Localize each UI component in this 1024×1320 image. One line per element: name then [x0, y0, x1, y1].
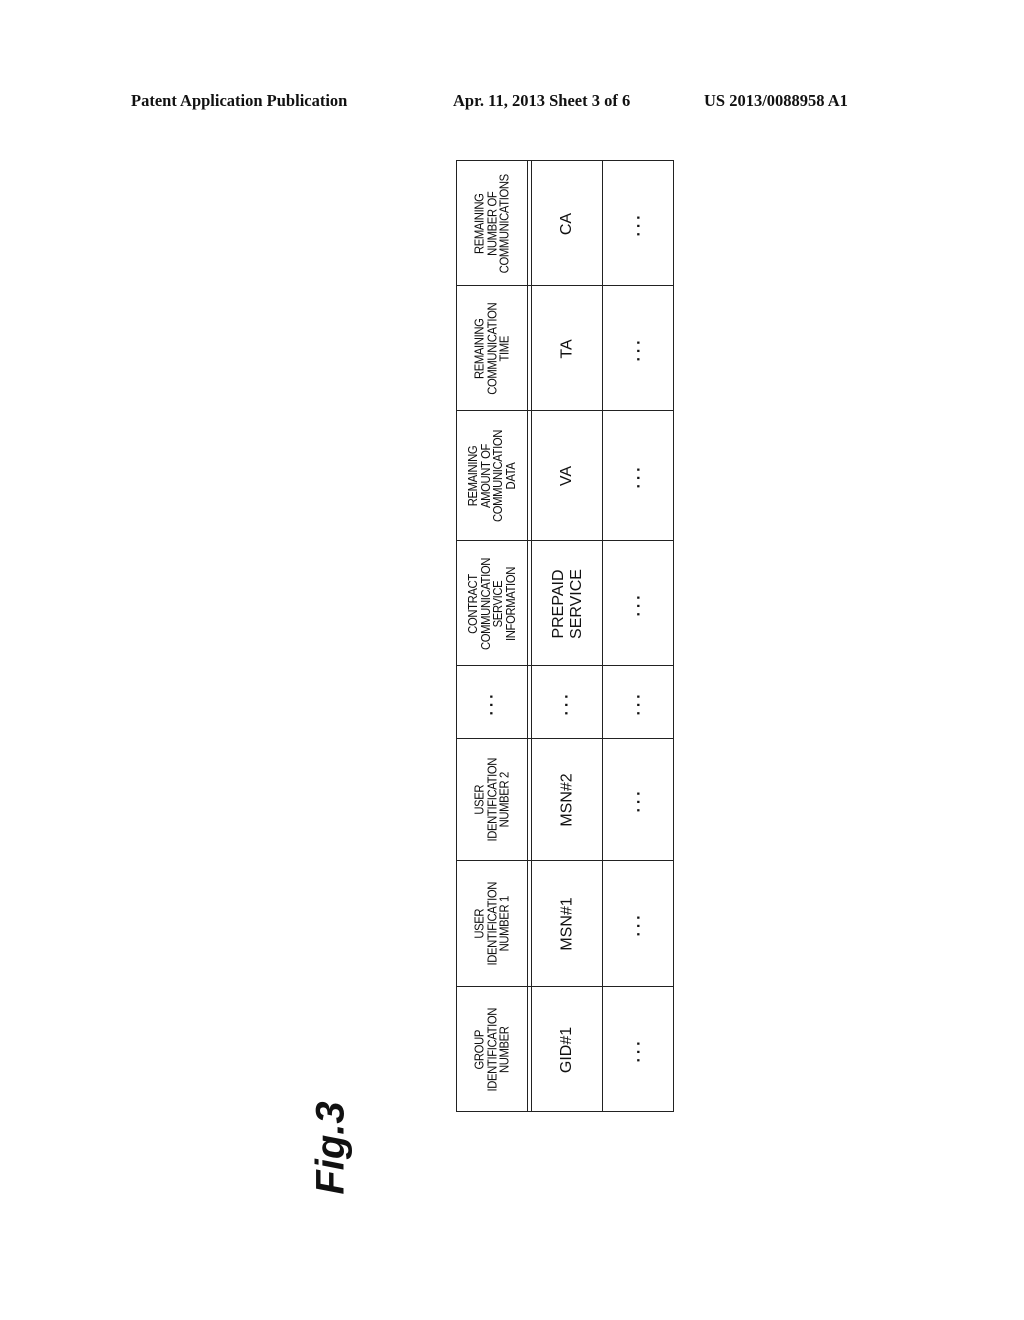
cell-value: PREPAID SERVICE — [549, 568, 585, 639]
data-cell-row1: ··· — [532, 666, 603, 739]
data-cell-row1: CA — [532, 161, 603, 286]
figure-label-text: Fig.3 — [308, 1101, 353, 1195]
column-header-text: USER IDENTIFICATION NUMBER 1 — [472, 882, 512, 966]
cell-value: ··· — [629, 911, 647, 937]
data-cell-row2: ··· — [603, 666, 675, 739]
data-cell-row2: ··· — [603, 286, 675, 411]
data-cell-row1: PREPAID SERVICE — [532, 541, 603, 666]
figure-label: Fig.3 — [305, 1098, 357, 1198]
cell-value: MSN#1 — [558, 897, 576, 951]
data-cell-row1: MSN#1 — [532, 861, 603, 987]
cell-value: ··· — [629, 463, 647, 489]
publication-number: US 2013/0088958 A1 — [704, 91, 848, 110]
cell-value: VA — [558, 465, 576, 487]
header-cell: USER IDENTIFICATION NUMBER 1 — [457, 861, 528, 987]
cell-value: ··· — [629, 690, 647, 715]
data-cell-row1: MSN#2 — [532, 739, 603, 861]
cell-value: ··· — [629, 211, 647, 236]
cell-value: ··· — [629, 1037, 647, 1063]
data-cell-row2: ··· — [603, 861, 675, 987]
header-cell: REMAINING COMMUNICATION TIME — [457, 286, 528, 411]
data-cell-row1: VA — [532, 411, 603, 541]
publication-type: Patent Application Publication — [131, 91, 348, 110]
column-header-text: REMAINING COMMUNICATION TIME — [472, 302, 512, 395]
data-cell-row2: ··· — [603, 739, 675, 861]
header-cell: CONTRACT COMMUNICATION SERVICE INFORMATION — [457, 541, 528, 666]
header-cell: GROUP IDENTIFICATION NUMBER — [457, 987, 528, 1113]
cell-value: ··· — [629, 336, 647, 361]
cell-value: CA — [558, 212, 576, 235]
cell-value: MSN#2 — [558, 773, 576, 827]
header-cell: REMAINING NUMBER OF COMMUNICATIONS — [457, 161, 528, 286]
cell-value: ··· — [558, 690, 576, 715]
data-cell-row2: ··· — [603, 541, 675, 666]
column-header-text: REMAINING NUMBER OF COMMUNICATIONS — [472, 173, 512, 274]
cell-value: GID#1 — [558, 1026, 576, 1074]
data-cell-row1: TA — [532, 286, 603, 411]
cell-value: ··· — [629, 591, 647, 616]
column-header-text: CONTRACT COMMUNICATION SERVICE INFORMATION — [466, 557, 519, 650]
data-cell-row1: GID#1 — [532, 987, 603, 1113]
column-header-text: ··· — [483, 690, 501, 715]
column-header-text: USER IDENTIFICATION NUMBER 2 — [472, 758, 512, 842]
header-cell: USER IDENTIFICATION NUMBER 2 — [457, 739, 528, 861]
header-cell: ··· — [457, 666, 528, 739]
publication-date-sheet: Apr. 11, 2013 Sheet 3 of 6 — [453, 91, 631, 110]
data-cell-row2: ··· — [603, 987, 675, 1113]
header-cell: REMAINING AMOUNT OF COMMUNICATION DATA — [457, 411, 528, 541]
cell-value: ··· — [629, 787, 647, 813]
column-header-text: GROUP IDENTIFICATION NUMBER — [472, 1008, 512, 1092]
data-cell-row2: ··· — [603, 161, 675, 286]
data-table: GROUP IDENTIFICATION NUMBER GID#1 ··· USER IDE… — [456, 160, 674, 1112]
column-header-text: REMAINING AMOUNT OF COMMUNICATION DATA — [466, 430, 519, 522]
cell-value: TA — [558, 338, 576, 359]
data-cell-row2: ··· — [603, 411, 675, 541]
